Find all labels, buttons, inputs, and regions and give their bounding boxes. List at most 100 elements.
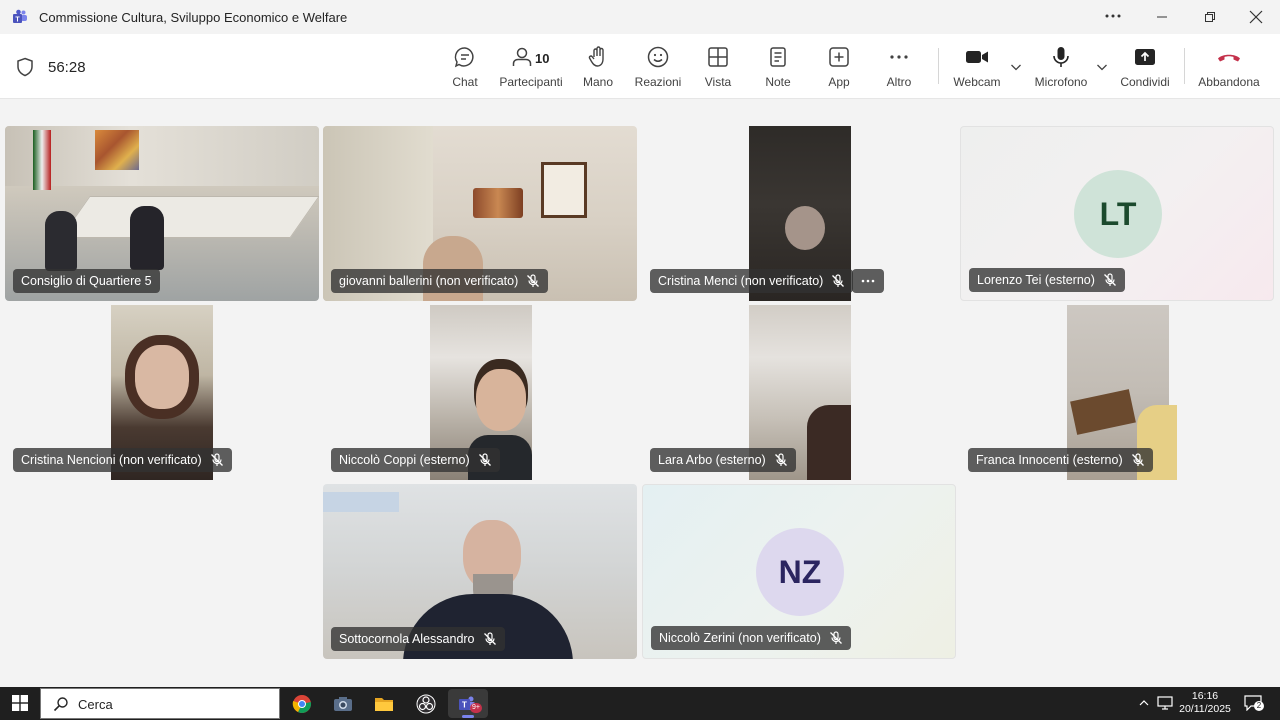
person-silhouette xyxy=(45,211,77,271)
participant-tile[interactable]: Cristina Nencioni (non verificato) xyxy=(5,305,319,480)
restore-icon xyxy=(1205,12,1215,22)
participant-nameplate: Cristina Nencioni (non verificato) xyxy=(13,448,232,472)
clock-time: 16:16 xyxy=(1191,690,1219,702)
participants-button[interactable]: Partecipanti xyxy=(499,44,563,94)
leave-label: Abbandona xyxy=(1198,75,1260,89)
taskbar-file-explorer[interactable] xyxy=(364,689,404,718)
webcam-button[interactable]: Webcam xyxy=(952,44,1002,94)
room-wall xyxy=(5,126,319,186)
minimize-icon xyxy=(1157,16,1167,18)
avatar: NZ xyxy=(756,528,844,616)
meeting-toolbar: 56:28 Chat Partecipanti 10 Mano Reazioni… xyxy=(0,34,1280,99)
windows-start-icon[interactable] xyxy=(12,695,28,711)
people-icon xyxy=(512,47,532,66)
hang-up-icon xyxy=(1218,54,1240,62)
notes-label: Note xyxy=(765,75,791,89)
reactions-button[interactable]: Reazioni xyxy=(635,44,681,94)
more-icon xyxy=(890,55,908,59)
camera-app-icon xyxy=(334,696,352,711)
restore-button[interactable] xyxy=(1190,4,1230,30)
participant-name: giovanni ballerini (non verificato) xyxy=(339,274,519,288)
webcam-label: Webcam xyxy=(953,75,1001,89)
clock-date: 20/11/2025 xyxy=(1179,703,1231,715)
taskbar-chrome[interactable] xyxy=(282,689,322,718)
avatar: LT xyxy=(1074,170,1162,258)
raise-hand-icon xyxy=(588,46,604,67)
participant-tile[interactable]: Niccolò Coppi (esterno) xyxy=(323,305,637,480)
microphone-options-chevron-down-icon[interactable] xyxy=(1095,60,1109,74)
active-indicator xyxy=(462,715,474,718)
network-icon[interactable] xyxy=(1157,696,1173,710)
share-icon xyxy=(1135,49,1155,65)
participant-tile[interactable]: Franca Innocenti (esterno) xyxy=(960,305,1274,480)
search-icon xyxy=(53,697,68,712)
participant-name: Cristina Nencioni (non verificato) xyxy=(21,453,202,467)
raise-hand-button[interactable]: Mano xyxy=(582,44,614,94)
mic-off-icon xyxy=(829,631,842,644)
participant-tile[interactable]: Lara Arbo (esterno) xyxy=(642,305,956,480)
participant-tile[interactable]: giovanni ballerini (non verificato) xyxy=(323,126,637,301)
svg-text:T: T xyxy=(15,16,20,23)
microphone-button[interactable]: Microfono xyxy=(1032,44,1090,94)
notifications-button[interactable]: 2 xyxy=(1244,695,1264,712)
mic-off-icon xyxy=(1103,273,1116,286)
mic-off-icon xyxy=(527,274,540,287)
notes-button[interactable]: Note xyxy=(764,44,792,94)
participant-nameplate: Consiglio di Quartiere 5 xyxy=(13,269,160,293)
title-bar: T Commissione Cultura, Sviluppo Economic… xyxy=(0,0,1280,34)
notification-count: 2 xyxy=(1254,701,1264,711)
svg-text:T: T xyxy=(462,700,467,709)
taskbar-teams[interactable]: T 9+ xyxy=(448,689,488,718)
mic-off-icon xyxy=(774,453,787,466)
participant-nameplate: Sottocornola Alessandro xyxy=(331,627,505,651)
participants-count: 10 xyxy=(535,51,550,66)
participant-tile[interactable]: Consiglio di Quartiere 5 xyxy=(5,126,319,301)
webcam-options-chevron-down-icon[interactable] xyxy=(1009,60,1023,74)
chrome-icon xyxy=(292,694,312,713)
leave-button[interactable]: Abbandona xyxy=(1197,44,1261,94)
wall-picture xyxy=(1070,389,1136,435)
taskbar-search-box[interactable]: Cerca xyxy=(40,688,280,719)
more-icon xyxy=(861,279,875,283)
apps-label: App xyxy=(828,75,850,89)
chat-icon xyxy=(454,47,474,68)
person-silhouette xyxy=(130,206,164,270)
participant-tile[interactable]: LT Lorenzo Tei (esterno) xyxy=(960,126,1274,301)
chat-button[interactable]: Chat xyxy=(450,44,480,94)
participant-name: Cristina Menci (non verificato) xyxy=(658,274,824,288)
window-more-options-button[interactable] xyxy=(1102,6,1124,26)
toolbar-divider xyxy=(938,48,939,84)
person-silhouette xyxy=(807,405,851,480)
participant-name: Niccolò Zerini (non verificato) xyxy=(659,631,821,645)
participant-nameplate: Niccolò Zerini (non verificato) xyxy=(651,626,851,650)
taskbar-camera[interactable] xyxy=(323,689,363,718)
smiley-icon xyxy=(647,46,669,68)
more-label: Altro xyxy=(886,75,912,89)
window-title: Commissione Cultura, Sviluppo Economico … xyxy=(39,10,348,25)
participant-nameplate: Cristina Menci (non verificato) xyxy=(650,269,854,293)
apps-button[interactable]: App xyxy=(825,44,853,94)
more-button[interactable]: Altro xyxy=(884,44,914,94)
participant-tile[interactable]: Cristina Menci (non verificato) xyxy=(642,126,956,301)
more-icon xyxy=(1105,14,1121,18)
taskbar-clock[interactable]: 16:16 20/11/2025 xyxy=(1178,690,1232,716)
chevron-up-icon[interactable] xyxy=(1138,697,1150,709)
participant-name: Franca Innocenti (esterno) xyxy=(976,453,1123,467)
background-blur xyxy=(323,492,399,512)
person-silhouette xyxy=(476,369,526,431)
view-button[interactable]: Vista xyxy=(703,44,733,94)
wall-painting xyxy=(95,130,139,170)
minimize-button[interactable] xyxy=(1142,4,1182,30)
close-icon xyxy=(1249,10,1263,24)
close-button[interactable] xyxy=(1236,4,1276,30)
participant-more-options-button[interactable] xyxy=(852,269,884,293)
microphone-label: Microfono xyxy=(1034,75,1088,89)
participant-nameplate: Niccolò Coppi (esterno) xyxy=(331,448,500,472)
add-app-icon xyxy=(829,47,849,67)
conference-table xyxy=(60,196,319,238)
participant-tile[interactable]: NZ Niccolò Zerini (non verificato) xyxy=(642,484,956,659)
participant-tile[interactable]: Sottocornola Alessandro xyxy=(323,484,637,659)
taskbar-obs[interactable] xyxy=(406,689,446,718)
teams-logo-icon: T xyxy=(13,9,27,23)
share-button[interactable]: Condividi xyxy=(1119,44,1171,94)
